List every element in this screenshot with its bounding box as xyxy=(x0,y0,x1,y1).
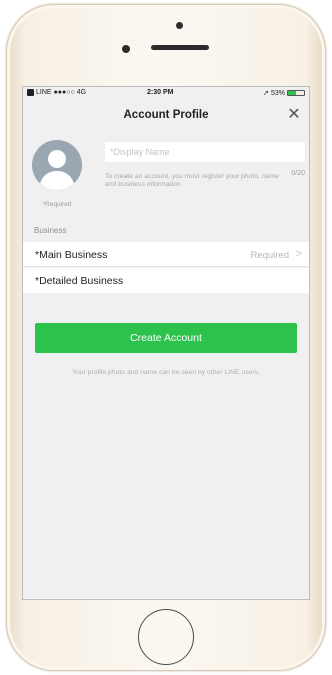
char-count: 0/20 xyxy=(291,170,305,177)
status-right: ➚ 53% xyxy=(263,89,305,97)
page-title: Account Profile xyxy=(123,109,209,121)
earpiece-speaker xyxy=(151,45,209,50)
avatar-required-note: *Required xyxy=(42,201,72,208)
battery-icon xyxy=(287,90,305,96)
create-account-button[interactable]: Create Account xyxy=(35,323,297,353)
camera-dot xyxy=(176,22,183,29)
home-button[interactable] xyxy=(138,609,194,665)
detailed-business-label: *Detailed Business xyxy=(35,275,124,287)
carrier-label: LINE xyxy=(36,89,52,96)
chevron-right-icon: > xyxy=(295,248,302,260)
battery-percent: 53% xyxy=(270,89,285,97)
status-bar: LINE ●●●○○ 4G 2:30 PM ➚ 53% xyxy=(23,87,309,99)
avatar-placeholder[interactable] xyxy=(32,140,82,190)
privacy-footnote: Your profile photo and name can be seen … xyxy=(72,369,260,376)
status-time: 2:30 PM xyxy=(147,89,174,96)
helper-text: To create an account, you must register … xyxy=(105,173,279,189)
network-label: 4G xyxy=(76,89,87,96)
person-icon xyxy=(39,150,75,190)
app-badge-icon xyxy=(27,89,34,96)
location-icon: ➚ xyxy=(263,90,269,97)
main-business-value: Required xyxy=(250,250,289,261)
display-name-input[interactable] xyxy=(105,142,305,162)
main-business-row[interactable]: *Main Business Required > xyxy=(23,242,309,267)
signal-icon: ●●●○○ xyxy=(53,89,75,96)
business-section-header: Business xyxy=(34,226,67,235)
app-screen: LINE ●●●○○ 4G 2:30 PM ➚ 53% Account Prof… xyxy=(22,86,310,600)
status-left: LINE ●●●○○ 4G xyxy=(27,89,86,96)
nav-bar: Account Profile ✕ xyxy=(23,99,309,133)
detailed-business-row[interactable]: *Detailed Business xyxy=(23,268,309,293)
main-business-label: *Main Business xyxy=(35,249,108,261)
battery-fill xyxy=(288,91,297,95)
close-button[interactable]: ✕ xyxy=(285,106,303,124)
front-camera xyxy=(122,45,130,53)
